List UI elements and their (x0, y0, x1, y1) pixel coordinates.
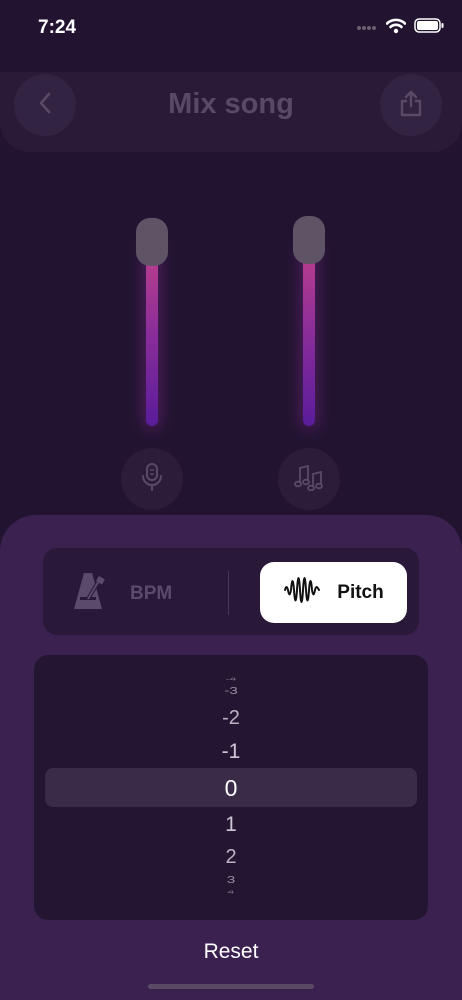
bpm-tab[interactable]: BPM (70, 566, 172, 621)
bpm-label: BPM (130, 582, 173, 604)
cellular-icon (356, 19, 378, 37)
segment-divider (228, 571, 229, 615)
metronome-icon (70, 569, 110, 618)
picker-item[interactable]: -4 (0, 678, 462, 681)
battery-icon (414, 18, 444, 38)
picker-item[interactable]: 1 (0, 812, 462, 838)
picker-item-selected[interactable]: 0 (0, 774, 462, 802)
share-button[interactable] (380, 74, 442, 136)
music-button[interactable] (278, 448, 340, 510)
microphone-icon (141, 462, 163, 497)
picker-item[interactable]: 2 (0, 845, 462, 869)
music-notes-icon (294, 463, 324, 496)
status-icons (356, 18, 444, 38)
status-time: 7:24 (38, 17, 77, 38)
vocal-volume-track[interactable] (146, 242, 158, 426)
share-icon (399, 89, 423, 122)
home-indicator (148, 984, 314, 989)
music-volume-thumb[interactable] (293, 216, 325, 264)
picker-item[interactable]: 4 (0, 891, 462, 894)
status-bar: 7:24 (0, 0, 462, 56)
vocal-button[interactable] (121, 448, 183, 510)
pitch-label: Pitch (337, 581, 384, 603)
waveform-icon (283, 572, 321, 613)
reset-button[interactable]: Reset (0, 940, 462, 964)
wifi-icon (385, 18, 407, 39)
picker-item[interactable]: -3 (0, 685, 462, 696)
music-volume-track[interactable] (303, 240, 315, 426)
vocal-volume-thumb[interactable] (136, 218, 168, 266)
picker-item[interactable]: -2 (0, 706, 462, 730)
picker-item[interactable]: -1 (0, 739, 462, 765)
pitch-tab[interactable]: Pitch (260, 562, 407, 623)
picker-item[interactable]: 3 (0, 874, 462, 885)
